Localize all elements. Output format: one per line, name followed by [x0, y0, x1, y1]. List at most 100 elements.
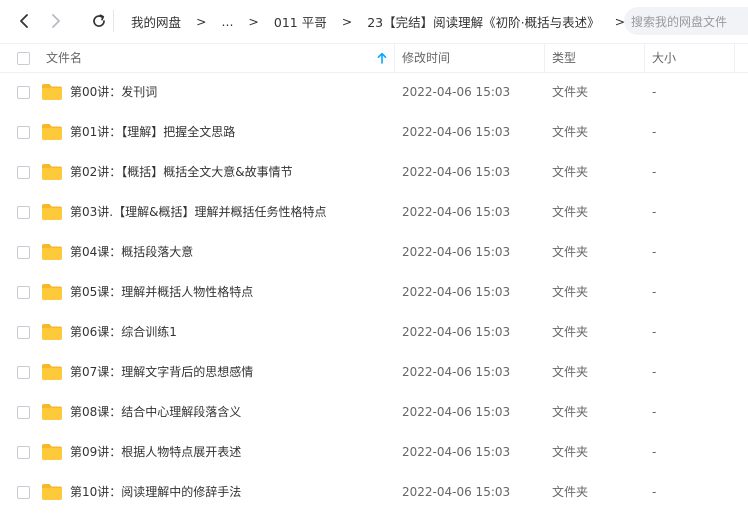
file-size: - [652, 285, 657, 299]
row-checkbox[interactable] [17, 246, 30, 259]
table-row[interactable]: 第04课：概括段落大意 2022-04-06 15:03 文件夹 - [0, 232, 748, 272]
table-row[interactable]: 第05课：理解并概括人物性格特点 2022-04-06 15:03 文件夹 - [0, 272, 748, 312]
folder-icon [42, 404, 62, 420]
row-checkbox[interactable] [17, 366, 30, 379]
file-type: 文件夹 [552, 405, 589, 419]
file-type: 文件夹 [552, 485, 589, 499]
file-name[interactable]: 第05课：理解并概括人物性格特点 [70, 272, 253, 312]
table-row[interactable]: 第08课：结合中心理解段落含义 2022-04-06 15:03 文件夹 - [0, 392, 748, 432]
file-size: - [652, 205, 657, 219]
file-modified: 2022-04-06 15:03 [402, 245, 511, 259]
table-row[interactable]: 第07课：理解文字背后的思想感情 2022-04-06 15:03 文件夹 - [0, 352, 748, 392]
forward-button[interactable] [47, 12, 65, 30]
row-checkbox[interactable] [17, 126, 30, 139]
file-name[interactable]: 第03讲.【理解&概括】理解并概括任务性格特点 [70, 192, 326, 232]
row-checkbox[interactable] [17, 166, 30, 179]
breadcrumb-item-parent[interactable]: 011 平哥 [274, 12, 327, 31]
file-size: - [652, 405, 657, 419]
file-modified: 2022-04-06 15:03 [402, 165, 511, 179]
refresh-button[interactable] [90, 12, 108, 30]
file-name[interactable]: 第06课：综合训练1 [70, 312, 177, 352]
sort-ascending-icon[interactable] [377, 52, 387, 64]
folder-icon [42, 364, 62, 380]
breadcrumb-separator: > [196, 13, 207, 29]
row-checkbox[interactable] [17, 86, 30, 99]
table-row[interactable]: 第03讲.【理解&概括】理解并概括任务性格特点 2022-04-06 15:03… [0, 192, 748, 232]
file-modified: 2022-04-06 15:03 [402, 405, 511, 419]
file-name[interactable]: 第08课：结合中心理解段落含义 [70, 392, 241, 432]
file-modified: 2022-04-06 15:03 [402, 285, 511, 299]
select-all-checkbox[interactable] [17, 52, 30, 65]
column-divider[interactable] [544, 44, 545, 72]
file-type: 文件夹 [552, 285, 589, 299]
column-header-type[interactable]: 类型 [552, 44, 576, 72]
row-checkbox[interactable] [17, 486, 30, 499]
folder-icon [42, 164, 62, 180]
column-divider[interactable] [394, 44, 395, 72]
file-type: 文件夹 [552, 205, 589, 219]
table-row[interactable]: 第02讲：【概括】概括全文大意&故事情节 2022-04-06 15:03 文件… [0, 152, 748, 192]
table-row[interactable]: 第09讲：根据人物特点展开表述 2022-04-06 15:03 文件夹 - [0, 432, 748, 472]
breadcrumb: 我的网盘 > ... > 011 平哥 > 23【完结】阅读理解《初阶·概括与表… [131, 12, 640, 30]
file-modified: 2022-04-06 15:03 [402, 125, 511, 139]
row-checkbox[interactable] [17, 406, 30, 419]
file-name[interactable]: 第02讲：【概括】概括全文大意&故事情节 [70, 152, 293, 192]
breadcrumb-item-my-drive[interactable]: 我的网盘 [131, 12, 181, 31]
column-header-size[interactable]: 大小 [652, 44, 676, 72]
back-button[interactable] [15, 12, 33, 30]
file-name[interactable]: 第04课：概括段落大意 [70, 232, 193, 272]
file-modified: 2022-04-06 15:03 [402, 485, 511, 499]
file-type: 文件夹 [552, 445, 589, 459]
refresh-icon [93, 14, 105, 27]
folder-icon [42, 84, 62, 100]
chevron-left-icon [20, 14, 28, 28]
toolbar-divider [113, 10, 114, 32]
file-type: 文件夹 [552, 365, 589, 379]
row-checkbox[interactable] [17, 286, 30, 299]
column-header-modified[interactable]: 修改时间 [402, 44, 450, 72]
file-name[interactable]: 第07课：理解文字背后的思想感情 [70, 352, 253, 392]
file-size: - [652, 245, 657, 259]
breadcrumb-separator: > [341, 13, 353, 29]
file-size: - [652, 485, 657, 499]
file-type: 文件夹 [552, 85, 589, 99]
table-row[interactable]: 第10讲：阅读理解中的修辞手法 2022-04-06 15:03 文件夹 - [0, 472, 748, 512]
file-name[interactable]: 第01讲：【理解】把握全文思路 [70, 112, 235, 152]
file-modified: 2022-04-06 15:03 [402, 325, 511, 339]
chevron-right-icon [52, 14, 60, 28]
folder-icon [42, 284, 62, 300]
row-checkbox[interactable] [17, 206, 30, 219]
folder-icon [42, 124, 62, 140]
column-divider[interactable] [644, 44, 645, 72]
breadcrumb-item-current[interactable]: 23【完结】阅读理解《初阶·概括与表述》 [367, 12, 599, 31]
top-bar: 我的网盘 > ... > 011 平哥 > 23【完结】阅读理解《初阶·概括与表… [0, 0, 748, 42]
column-header-name[interactable]: 文件名 [46, 44, 82, 72]
row-checkbox[interactable] [17, 326, 30, 339]
folder-icon [42, 484, 62, 500]
file-size: - [652, 85, 657, 99]
table-row[interactable]: 第01讲：【理解】把握全文思路 2022-04-06 15:03 文件夹 - [0, 112, 748, 152]
row-checkbox[interactable] [17, 446, 30, 459]
file-name[interactable]: 第10讲：阅读理解中的修辞手法 [70, 472, 241, 512]
column-divider[interactable] [734, 44, 735, 72]
table-row[interactable]: 第00讲：发刊词 2022-04-06 15:03 文件夹 - [0, 72, 748, 112]
file-name[interactable]: 第09讲：根据人物特点展开表述 [70, 432, 241, 472]
search-box [624, 7, 748, 37]
search-input[interactable] [629, 7, 748, 37]
folder-icon [42, 324, 62, 340]
breadcrumb-separator: > [248, 13, 259, 29]
file-modified: 2022-04-06 15:03 [402, 365, 511, 379]
file-type: 文件夹 [552, 125, 589, 139]
file-size: - [652, 125, 657, 139]
folder-icon [42, 444, 62, 460]
breadcrumb-item-ellipsis[interactable]: ... [222, 14, 234, 29]
file-size: - [652, 325, 657, 339]
folder-icon [42, 204, 62, 220]
folder-icon [42, 244, 62, 260]
file-name[interactable]: 第00讲：发刊词 [70, 72, 157, 112]
file-size: - [652, 365, 657, 379]
file-type: 文件夹 [552, 245, 589, 259]
table-row[interactable]: 第06课：综合训练1 2022-04-06 15:03 文件夹 - [0, 312, 748, 352]
file-modified: 2022-04-06 15:03 [402, 205, 511, 219]
file-modified: 2022-04-06 15:03 [402, 85, 511, 99]
